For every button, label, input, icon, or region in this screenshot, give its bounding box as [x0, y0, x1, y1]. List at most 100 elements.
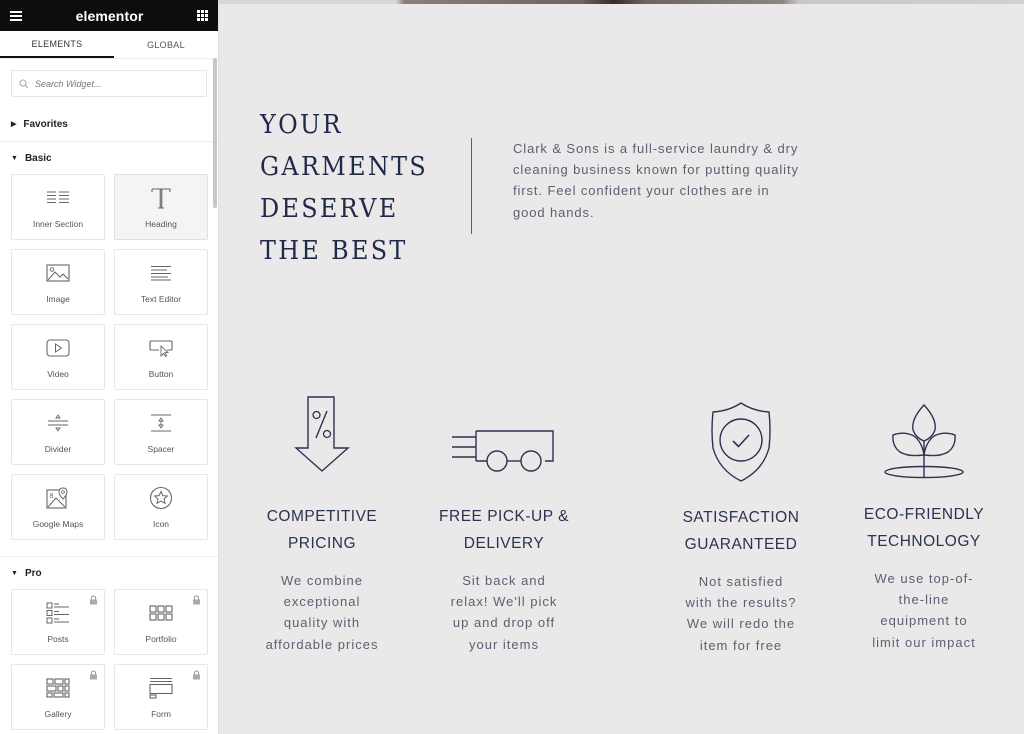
- widget-label: Image: [46, 294, 70, 304]
- widget-label: Spacer: [147, 444, 175, 454]
- delivery-truck-icon: [452, 430, 554, 472]
- hero-image-strip: [219, 0, 1024, 4]
- feature-desc-line: relax! We'll pick: [450, 594, 558, 610]
- feature-desc-line: We combine: [280, 573, 363, 588]
- widget-button[interactable]: Button: [114, 324, 208, 390]
- feature-competitive-pricing: COMPETITIVE PRICING We combine exception…: [247, 395, 397, 655]
- feature-free-pickup-delivery: FREE PICK-UP & DELIVERY Sit back and rel…: [429, 395, 579, 655]
- feature-title-line: SATISFACTION: [682, 509, 800, 526]
- widget-label: Button: [148, 369, 174, 379]
- widget-label: Inner Section: [32, 219, 84, 229]
- headline-line: DESERVE: [260, 194, 399, 224]
- search-widget-input[interactable]: [35, 78, 195, 89]
- video-icon: [46, 339, 70, 357]
- heading-icon: [151, 188, 171, 209]
- feature-desc-line: equipment to: [880, 613, 968, 629]
- inner-section-icon: [47, 191, 69, 203]
- category-label: Basic: [24, 152, 52, 164]
- feature-title-line: DELIVERY: [463, 534, 545, 552]
- divider: [0, 141, 218, 142]
- headline-line: YOUR: [260, 110, 343, 140]
- image-icon: [46, 264, 70, 282]
- widget-divider[interactable]: Divider: [11, 399, 105, 465]
- caret-right-icon: ▶: [11, 121, 17, 128]
- feature-title: FREE PICK-UP & DELIVERY: [429, 504, 579, 557]
- divider-icon: [48, 414, 68, 432]
- text-editor-icon: [151, 266, 171, 281]
- category-basic[interactable]: ▼ Basic: [0, 148, 218, 168]
- panel-tabs: ELEMENTS GLOBAL: [0, 31, 218, 59]
- grid-icon[interactable]: [197, 10, 208, 21]
- widget-portfolio[interactable]: Portfolio: [114, 589, 208, 655]
- feature-desc-line: We will redo the: [686, 616, 796, 632]
- feature-title-line: ECO-FRIENDLY: [863, 506, 985, 523]
- intro-paragraph: Clark & Sons is a full-service laundry &…: [513, 141, 799, 220]
- widget-image[interactable]: Image: [11, 249, 105, 315]
- widget-text-editor[interactable]: Text Editor: [114, 249, 208, 315]
- widget-heading[interactable]: Heading: [114, 174, 208, 240]
- feature-desc-line: We use top-of-: [874, 571, 974, 586]
- page-canvas: YOUR GARMENTS DESERVE THE BEST Clark & S…: [219, 0, 1024, 734]
- feature-desc-line: Not satisfied: [698, 574, 784, 589]
- widget-label: Video: [47, 369, 69, 379]
- category-favorites[interactable]: ▶ Favorites: [0, 114, 218, 134]
- posts-icon: [46, 602, 69, 624]
- widget-label: Form: [151, 709, 171, 719]
- widget-gallery[interactable]: Gallery: [11, 664, 105, 730]
- feature-eco-friendly-technology: ECO-FRIENDLY TECHNOLOGY We use top-of- t…: [849, 400, 999, 653]
- widget-video[interactable]: Video: [11, 324, 105, 390]
- panel-scrollbar[interactable]: [213, 58, 217, 208]
- widget-label: Text Editor: [140, 294, 182, 304]
- feature-title-line: COMPETITIVE: [266, 508, 378, 525]
- widget-label: Portfolio: [145, 634, 177, 644]
- elementor-logo: elementor: [75, 7, 144, 24]
- percent-down-arrow-icon: [294, 396, 350, 472]
- lock-icon: [193, 670, 200, 680]
- search-widget-field[interactable]: [11, 70, 207, 97]
- google-maps-icon: 8: [46, 487, 68, 509]
- caret-down-icon: ▼: [11, 154, 18, 162]
- lock-icon: [90, 595, 97, 605]
- category-pro[interactable]: ▼ Pro: [0, 563, 218, 583]
- feature-desc-line: quality with: [283, 615, 361, 631]
- widget-label: Divider: [44, 444, 72, 454]
- feature-desc-line: with the results?: [685, 595, 797, 611]
- feature-desc-line: the-line: [898, 592, 950, 608]
- feature-description: We combine exceptional quality with affo…: [247, 570, 397, 655]
- widget-icon[interactable]: Icon: [114, 474, 208, 540]
- pro-widgets-grid: Posts Portfolio Gallery Form: [0, 583, 218, 730]
- feature-desc-line: up and drop off: [452, 615, 556, 631]
- feature-title-line: GUARANTEED: [684, 535, 798, 553]
- widget-label: Google Maps: [32, 519, 84, 529]
- plant-icon: [884, 403, 964, 479]
- feature-title-line: FREE PICK-UP &: [439, 508, 569, 525]
- hamburger-icon[interactable]: [10, 10, 22, 21]
- category-label: Pro: [24, 567, 42, 579]
- category-label: Favorites: [23, 118, 68, 130]
- lock-icon: [90, 670, 97, 680]
- form-icon: [149, 677, 173, 699]
- feature-desc-line: exceptional: [283, 594, 361, 610]
- svg-text:8: 8: [50, 493, 54, 500]
- widget-form[interactable]: Form: [114, 664, 208, 730]
- feature-satisfaction-guaranteed: SATISFACTION GUARANTEED Not satisfied wi…: [666, 400, 816, 656]
- widget-label: Posts: [47, 634, 69, 644]
- widget-inner-section[interactable]: Inner Section: [11, 174, 105, 240]
- hero-headline: YOUR GARMENTS DESERVE THE BEST: [260, 104, 443, 272]
- widget-label: Icon: [152, 519, 170, 529]
- feature-description: We use top-of- the-line equipment to lim…: [849, 568, 999, 653]
- widget-spacer[interactable]: Spacer: [114, 399, 208, 465]
- shield-check-icon: [711, 402, 771, 482]
- elementor-panel: elementor ELEMENTS GLOBAL ▶ Favorites ▼ …: [0, 0, 219, 734]
- feature-title: SATISFACTION GUARANTEED: [666, 505, 816, 558]
- feature-title-line: PRICING: [287, 534, 357, 552]
- tab-global[interactable]: GLOBAL: [114, 31, 218, 58]
- widget-posts[interactable]: Posts: [11, 589, 105, 655]
- caret-down-icon: ▼: [11, 569, 18, 577]
- tab-elements[interactable]: ELEMENTS: [0, 31, 114, 58]
- feature-desc-line: item for free: [699, 637, 783, 653]
- lock-icon: [193, 595, 200, 605]
- panel-header: elementor: [0, 0, 218, 31]
- headline-line: GARMENTS: [260, 152, 429, 182]
- widget-google-maps[interactable]: 8 Google Maps: [11, 474, 105, 540]
